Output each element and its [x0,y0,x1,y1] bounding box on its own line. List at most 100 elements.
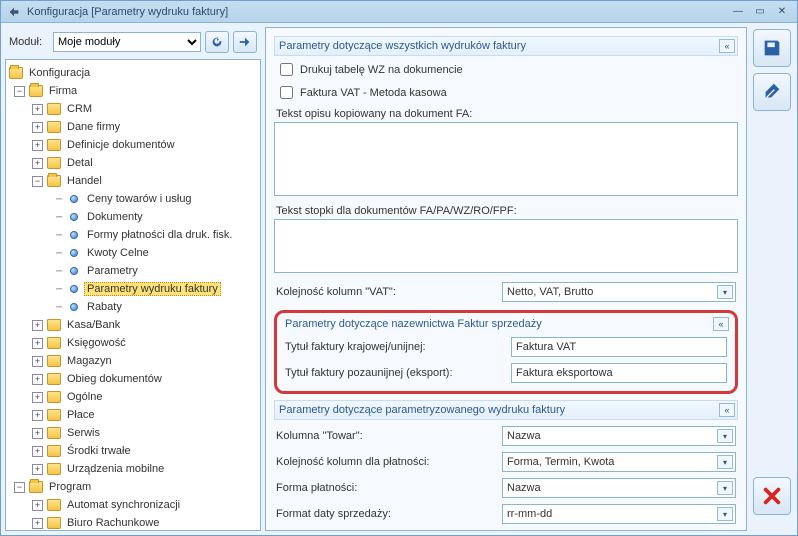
folder-icon [47,139,61,151]
app-window: Konfiguracja [Parametry wydruku faktury]… [0,0,798,536]
toggle-icon[interactable]: + [32,446,43,457]
right-column: Parametry dotyczące wszystkich wydruków … [265,27,793,531]
tree-program[interactable]: −Program [8,478,258,496]
maximize-button[interactable]: ▭ [751,5,769,19]
tree-item[interactable]: +Księgowość [8,334,258,352]
checkbox-label: Drukuj tabelę WZ na dokumencie [300,64,463,76]
tree-root[interactable]: Konfiguracja [8,64,258,82]
folder-icon [47,319,61,331]
textarea-tekst-stopki[interactable] [274,219,738,273]
section-nazewnictwo-highlight: Parametry dotyczące nazewnictwa Faktur s… [274,310,738,394]
module-label: Moduł: [9,36,49,48]
tree-item[interactable]: +Magazyn [8,352,258,370]
toggle-icon[interactable]: + [32,374,43,385]
chevron-down-icon[interactable]: ▾ [717,285,733,299]
tree-handel[interactable]: −Handel [8,172,258,190]
node-icon [70,213,78,221]
tree-item[interactable]: +Obieg dokumentów [8,370,258,388]
input-tytul-eksport[interactable]: Faktura eksportowa [511,363,727,383]
toggle-icon[interactable]: + [32,410,43,421]
tree-firma[interactable]: − Firma [8,82,258,100]
toggle-icon[interactable]: − [32,176,43,187]
tree-item[interactable]: +Płace [8,406,258,424]
tree-item[interactable]: +Środki trwałe [8,442,258,460]
chevron-down-icon[interactable]: ▾ [717,455,733,469]
find-button[interactable] [233,31,257,53]
section-all-prints: Parametry dotyczące wszystkich wydruków … [274,36,738,56]
toggle-icon[interactable]: + [32,122,43,133]
tree-item[interactable]: +Definicje dokumentów [8,136,258,154]
module-select[interactable]: Moje moduły [53,32,201,52]
folder-icon [29,85,43,97]
toggle-icon[interactable]: + [32,356,43,367]
select-kolejnosc-vat[interactable]: Netto, VAT, Brutto ▾ [502,282,736,302]
chevron-down-icon[interactable]: ▾ [717,429,733,443]
folder-icon [47,121,61,133]
tree-item[interactable]: +Biuro Rachunkowe [8,514,258,531]
tree-leaf-selected[interactable]: ⋯Parametry wydruku faktury [8,280,258,298]
section-parametryzowany: Parametry dotyczące parametryzowanego wy… [274,400,738,420]
select-forma-platnosci[interactable]: Nazwa ▾ [502,478,736,498]
tree-item[interactable]: +CRM [8,100,258,118]
refresh-button[interactable] [205,31,229,53]
chevron-down-icon[interactable]: ▾ [717,481,733,495]
textarea-tekst-opisu[interactable] [274,122,738,196]
toggle-icon[interactable]: − [14,86,25,97]
toggle-icon[interactable]: + [32,518,43,529]
toggle-icon[interactable]: + [32,392,43,403]
section-nazewnictwo: Parametry dotyczące nazewnictwa Faktur s… [283,317,729,331]
save-button[interactable] [753,29,791,67]
close-button[interactable]: ✕ [773,5,791,19]
field-label: Format daty sprzedaży: [276,508,496,520]
folder-icon [29,481,43,493]
body: Moduł: Moje moduły Konfiguracja [1,23,797,535]
tree-item[interactable]: +Automat synchronizacji [8,496,258,514]
label-tekst-stopki: Tekst stopki dla dokumentów FA/PA/WZ/RO/… [276,205,736,217]
row-tytul-eksport: Tytuł faktury pozaunijnej (eksport): Fak… [285,363,727,383]
collapse-icon[interactable]: « [713,317,729,331]
chevron-down-icon[interactable]: ▾ [717,507,733,521]
form-panel: Parametry dotyczące wszystkich wydruków … [265,27,747,531]
tree-item[interactable]: +Ogólne [8,388,258,406]
select-kolumna-towar[interactable]: Nazwa ▾ [502,426,736,446]
collapse-icon[interactable]: « [719,39,735,53]
tree-leaf[interactable]: ⋯Rabaty [8,298,258,316]
tree-item[interactable]: +Detal [8,154,258,172]
field-label: Kolejność kolumn dla płatności: [276,456,496,468]
toggle-icon[interactable]: + [32,158,43,169]
tree-item[interactable]: +Kasa/Bank [8,316,258,334]
checkbox-metoda-kasowa[interactable] [280,86,293,99]
select-kolejnosc-platnosci[interactable]: Forma, Termin, Kwota ▾ [502,452,736,472]
tree-item[interactable]: +Urządzenia mobilne [8,460,258,478]
toggle-icon[interactable]: + [32,320,43,331]
toggle-icon[interactable]: − [14,482,25,493]
tree-leaf[interactable]: ⋯Kwoty Celne [8,244,258,262]
action-buttons [751,27,793,531]
toggle-icon[interactable]: + [32,428,43,439]
left-column: Moduł: Moje moduły Konfiguracja [5,27,261,531]
window-title: Konfiguracja [Parametry wydruku faktury] [27,6,725,18]
toggle-icon[interactable]: + [32,500,43,511]
tree-item[interactable]: +Dane firmy [8,118,258,136]
checkbox-drukuj-wz[interactable] [280,63,293,76]
collapse-icon[interactable]: « [719,403,735,417]
node-icon [70,195,78,203]
tree-leaf[interactable]: ⋯Formy płatności dla druk. fisk. [8,226,258,244]
toggle-icon[interactable]: + [32,104,43,115]
cancel-button[interactable] [753,477,791,515]
tree-item[interactable]: +Serwis [8,424,258,442]
tree-leaf[interactable]: ⋯Parametry [8,262,258,280]
apply-button[interactable] [753,73,791,111]
input-tytul-krajowy[interactable]: Faktura VAT [511,337,727,357]
tree-leaf[interactable]: ⋯Ceny towarów i usług [8,190,258,208]
nav-tree[interactable]: Konfiguracja − Firma +CRM +Dane firmy +D… [5,59,261,531]
toggle-icon[interactable]: + [32,140,43,151]
field-label: Forma płatności: [276,482,496,494]
select-format-daty[interactable]: rr-mm-dd ▾ [502,504,736,524]
tree-leaf[interactable]: ⋯Dokumenty [8,208,258,226]
toggle-icon[interactable]: + [32,464,43,475]
field-label: Kolumna "Towar": [276,430,496,442]
folder-icon [47,517,61,529]
toggle-icon[interactable]: + [32,338,43,349]
minimize-button[interactable]: — [729,5,747,19]
